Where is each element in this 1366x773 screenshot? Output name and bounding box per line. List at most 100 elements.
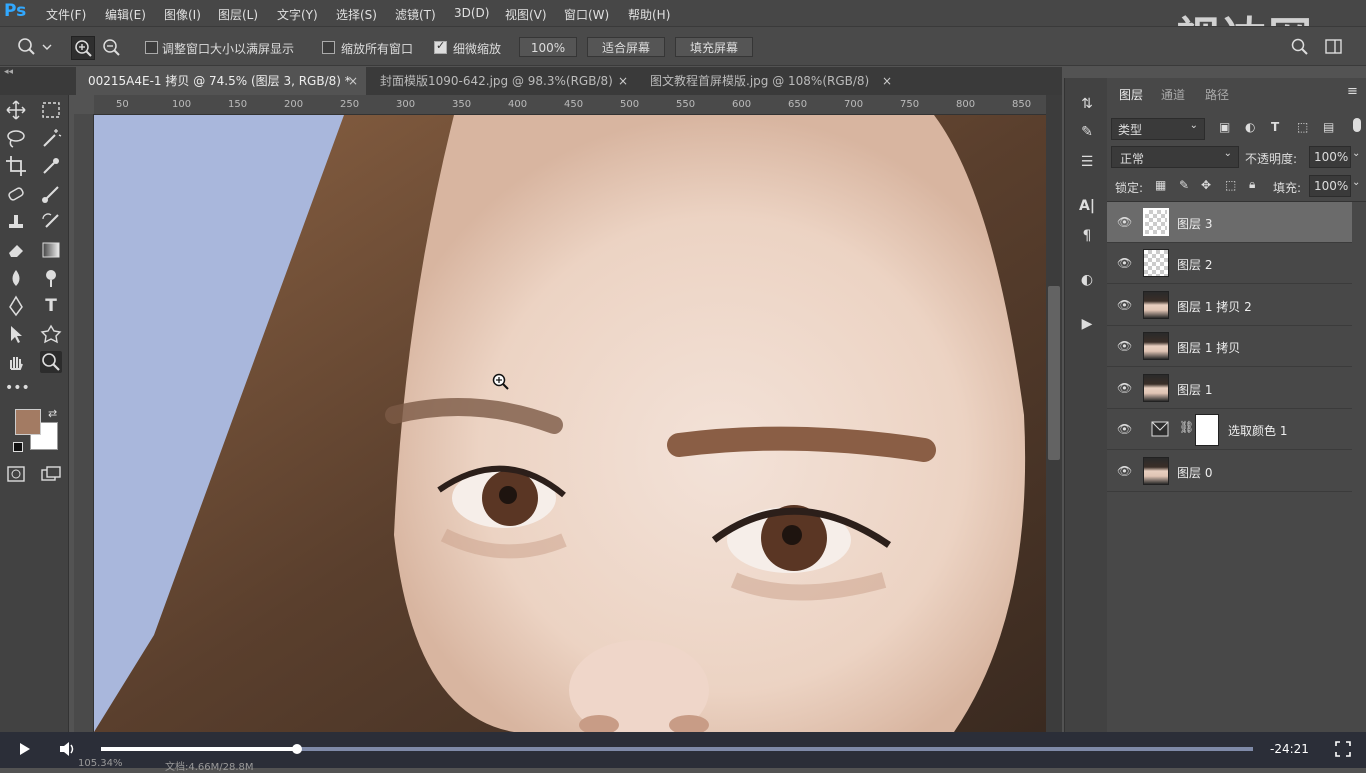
vertical-scrollbar-thumb[interactable] (1048, 286, 1060, 460)
lasso-tool-icon[interactable] (5, 127, 27, 149)
scrubby-zoom-checkbox[interactable] (434, 39, 447, 54)
zoom-tool-icon[interactable] (40, 351, 62, 373)
eraser-icon[interactable] (5, 239, 27, 261)
eye-icon[interactable]: 👁︎ (1117, 381, 1132, 395)
crop-tool-icon[interactable] (5, 155, 27, 177)
menu-layer[interactable]: 图层(L) (218, 6, 258, 23)
link-chain-icon[interactable]: ⛓︎ (1179, 420, 1194, 434)
filter-pixel-icon[interactable]: ▣ (1219, 120, 1230, 134)
layer-row-layer-1-copy[interactable]: 👁︎ 图层 1 拷贝 (1107, 326, 1352, 367)
gradient-tool-icon[interactable] (40, 239, 62, 261)
filter-adjustment-icon[interactable]: ◐ (1245, 120, 1255, 134)
menu-filter[interactable]: 滤镜(T) (395, 6, 436, 23)
clone-stamp-icon[interactable] (5, 211, 27, 233)
search-icon[interactable] (1290, 37, 1310, 57)
filter-kind-select[interactable]: 类型 ⌄ (1111, 118, 1205, 140)
chevron-down-icon[interactable]: ⌄ (1352, 148, 1360, 159)
swap-colors-icon[interactable]: ⇄ (48, 407, 57, 420)
menu-help[interactable]: 帮助(H) (628, 6, 670, 23)
layer-row-layer-1-copy-2[interactable]: 👁︎ 图层 1 拷贝 2 (1107, 285, 1352, 326)
eye-icon[interactable]: 👁︎ (1117, 256, 1132, 270)
layer-mask-thumbnail[interactable] (1195, 414, 1219, 446)
adjust-settings-icon[interactable]: ☰ (1077, 152, 1097, 172)
healing-brush-icon[interactable] (5, 183, 27, 205)
tab-document-2[interactable]: 封面模版1090-642.jpg @ 98.3%(RGB/8) × (368, 67, 636, 95)
marquee-tool-icon[interactable] (40, 99, 62, 121)
pen-tool-icon[interactable] (5, 295, 27, 317)
fill-input[interactable]: 100% (1309, 175, 1351, 197)
lock-position-icon[interactable]: ✥ (1201, 178, 1211, 192)
dodge-tool-icon[interactable] (40, 267, 62, 289)
custom-shape-icon[interactable] (40, 323, 62, 345)
actions-play-icon[interactable]: ▶ (1077, 314, 1097, 334)
lock-artboard-icon[interactable]: ⬚ (1225, 178, 1236, 192)
foreground-color-swatch[interactable] (15, 409, 41, 435)
lock-pixels-icon[interactable]: ✎ (1179, 178, 1189, 192)
menu-file[interactable]: 文件(F) (46, 6, 86, 23)
eye-icon[interactable]: 👁︎ (1117, 298, 1132, 312)
eye-icon[interactable]: 👁︎ (1117, 422, 1132, 436)
menu-select[interactable]: 选择(S) (336, 6, 377, 23)
magic-wand-icon[interactable] (40, 127, 62, 149)
opacity-input[interactable]: 100% (1309, 146, 1351, 168)
video-progress-knob[interactable] (292, 744, 302, 754)
menu-type[interactable]: 文字(Y) (277, 6, 318, 23)
menu-3d[interactable]: 3D(D) (454, 6, 489, 20)
layer-row-layer-0[interactable]: 👁︎ 图层 0 (1107, 451, 1352, 492)
move-tool-icon[interactable] (5, 99, 27, 121)
tab-channels[interactable]: 通道 (1161, 86, 1185, 103)
type-tool-icon[interactable]: T (40, 295, 62, 317)
filter-smart-object-icon[interactable]: ▤ (1323, 120, 1334, 134)
close-icon[interactable]: × (882, 67, 892, 95)
quick-mask-icon[interactable] (5, 463, 27, 485)
lock-all-icon[interactable]: 🔒︎ (1249, 177, 1255, 192)
workspace-icon[interactable] (1324, 37, 1344, 57)
default-colors-icon[interactable] (13, 442, 23, 452)
path-selection-icon[interactable] (5, 323, 27, 345)
history-icon[interactable]: ⇅ (1077, 94, 1097, 114)
adjustments-icon[interactable]: ◐ (1077, 270, 1097, 290)
layer-row-layer-1[interactable]: 👁︎ 图层 1 (1107, 368, 1352, 409)
character-panel-icon[interactable]: A| (1077, 196, 1097, 216)
eye-icon[interactable]: 👁︎ (1117, 339, 1132, 353)
menu-window[interactable]: 窗口(W) (564, 6, 609, 23)
resize-windows-checkbox[interactable] (145, 41, 158, 54)
brush-tool-icon[interactable] (40, 183, 62, 205)
close-icon[interactable]: × (348, 67, 358, 95)
more-tools-icon[interactable]: ••• (5, 377, 30, 399)
close-icon[interactable]: × (618, 67, 628, 95)
history-brush-icon[interactable] (40, 211, 62, 233)
tab-layers[interactable]: 图层 (1119, 86, 1143, 103)
paragraph-panel-icon[interactable]: ¶ (1077, 226, 1097, 246)
zoom-all-windows-checkbox[interactable] (322, 41, 335, 54)
tab-document-1[interactable]: 00215A4E-1 拷贝 @ 74.5% (图层 3, RGB/8) * × (76, 67, 366, 95)
zoom-tool-preset-icon[interactable] (16, 37, 52, 57)
eye-icon[interactable]: 👁︎ (1117, 215, 1132, 229)
chevron-down-icon[interactable]: ⌄ (1352, 177, 1360, 188)
eye-icon[interactable]: 👁︎ (1117, 464, 1132, 478)
hand-tool-icon[interactable] (5, 351, 27, 373)
status-zoom-level[interactable]: 105.34% (78, 758, 123, 769)
lock-transparent-icon[interactable]: ▦ (1155, 178, 1166, 192)
document-canvas[interactable] (94, 115, 1046, 732)
zoom-out-icon[interactable] (100, 36, 122, 58)
layer-row-layer-2[interactable]: 👁︎ 图层 2 (1107, 243, 1352, 284)
brush-presets-icon[interactable]: ✎ (1077, 122, 1097, 142)
blur-tool-icon[interactable] (5, 267, 27, 289)
layer-row-selective-color-1[interactable]: 👁︎ ⛓︎ 选取颜色 1 (1107, 409, 1352, 450)
collapse-toolbar-icon[interactable]: ◂◂ (4, 67, 13, 77)
fit-screen-button[interactable]: 适合屏幕 (587, 37, 665, 57)
tab-document-3[interactable]: 图文教程首屏模版.jpg @ 108%(RGB/8) × (638, 67, 900, 95)
eyedropper-icon[interactable] (40, 155, 62, 177)
fullscreen-icon[interactable] (1334, 740, 1352, 758)
zoom-100-button[interactable]: 100% (519, 37, 577, 57)
play-icon[interactable] (16, 741, 32, 757)
tab-paths[interactable]: 路径 (1205, 86, 1229, 103)
blend-mode-select[interactable]: 正常 ⌄ (1111, 146, 1239, 168)
layer-row-layer-3[interactable]: 👁︎ 图层 3 (1107, 202, 1352, 243)
filter-toggle-icon[interactable] (1353, 118, 1361, 132)
zoom-in-icon[interactable] (71, 36, 95, 60)
filter-shape-icon[interactable]: ⬚ (1297, 120, 1308, 134)
filter-type-icon[interactable]: T (1271, 120, 1279, 134)
volume-icon[interactable] (58, 740, 78, 758)
